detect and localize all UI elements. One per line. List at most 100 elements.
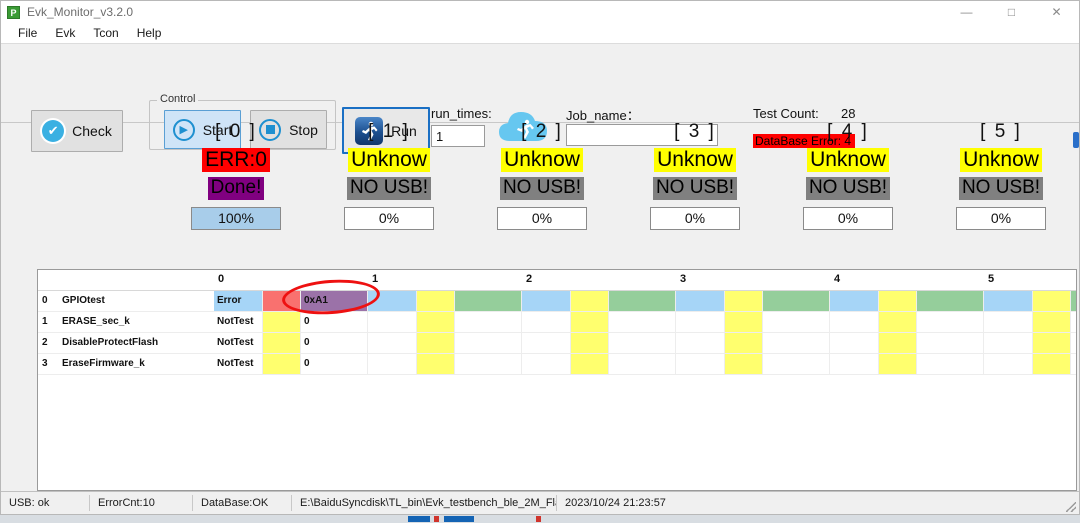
taskbar-item[interactable]	[536, 516, 541, 522]
table-cell[interactable]	[609, 333, 676, 353]
table-cell[interactable]	[417, 312, 455, 332]
table-cell[interactable]	[763, 291, 830, 311]
table-cell[interactable]	[676, 312, 725, 332]
table-cell[interactable]	[984, 354, 1033, 374]
table-cell[interactable]	[263, 333, 301, 353]
status-column-usb: NO USB!	[346, 177, 432, 200]
table-row[interactable]: 1 ERASE_sec_k NotTest 0	[38, 312, 1076, 333]
results-table[interactable]: 0 1 2 3 4 5 0 GPIOtest Error 0xA1 1 ERAS…	[37, 269, 1077, 491]
table-cell[interactable]	[879, 354, 917, 374]
table-cell[interactable]	[879, 291, 917, 311]
table-cell[interactable]	[522, 333, 571, 353]
row-index: 1	[42, 316, 48, 327]
table-cell[interactable]	[676, 333, 725, 353]
table-cell[interactable]	[984, 333, 1033, 353]
table-cell[interactable]: NotTest	[214, 354, 263, 374]
table-cell[interactable]	[368, 291, 417, 311]
table-cell[interactable]	[676, 354, 725, 374]
table-cell[interactable]	[455, 333, 522, 353]
table-cell[interactable]: Error	[214, 291, 263, 311]
table-cell[interactable]	[1071, 354, 1076, 374]
maximize-button[interactable]: □	[989, 1, 1034, 23]
menu-help[interactable]: Help	[128, 25, 171, 41]
table-cell[interactable]	[879, 333, 917, 353]
table-cell[interactable]	[522, 312, 571, 332]
table-cell[interactable]	[368, 312, 417, 332]
status-column-state: ERR:0	[202, 148, 270, 173]
table-cell[interactable]: NotTest	[214, 333, 263, 353]
table-cell[interactable]	[263, 312, 301, 332]
taskbar[interactable]	[0, 515, 1080, 523]
status-column-progress: 0%	[344, 206, 434, 230]
table-cell[interactable]	[609, 312, 676, 332]
table-cell[interactable]: NotTest	[214, 312, 263, 332]
table-cell[interactable]	[1033, 354, 1071, 374]
table-cell[interactable]: 0	[301, 312, 368, 332]
row-name: ERASE_sec_k	[62, 316, 130, 327]
table-cell[interactable]	[1033, 291, 1071, 311]
table-cell[interactable]	[609, 354, 676, 374]
table-cell[interactable]	[417, 291, 455, 311]
table-cell[interactable]	[917, 312, 984, 332]
table-cell[interactable]	[417, 333, 455, 353]
table-cell[interactable]	[455, 354, 522, 374]
table-row[interactable]: 2 DisableProtectFlash NotTest 0	[38, 333, 1076, 354]
table-cell[interactable]	[763, 354, 830, 374]
table-cell[interactable]	[1071, 312, 1076, 332]
table-cell[interactable]: 0xA1	[301, 291, 368, 311]
table-cell[interactable]	[984, 312, 1033, 332]
table-cell[interactable]	[263, 354, 301, 374]
table-cell[interactable]	[368, 354, 417, 374]
table-cell[interactable]	[571, 333, 609, 353]
menu-tcon[interactable]: Tcon	[84, 25, 127, 41]
table-cell[interactable]	[571, 312, 609, 332]
table-cell[interactable]	[1033, 333, 1071, 353]
table-cell[interactable]	[917, 333, 984, 353]
table-cell[interactable]	[455, 291, 522, 311]
table-cell[interactable]: 0	[301, 354, 368, 374]
table-cell[interactable]	[830, 333, 879, 353]
taskbar-item[interactable]	[434, 516, 439, 522]
minimize-button[interactable]: —	[944, 1, 989, 23]
table-cell[interactable]	[763, 312, 830, 332]
table-cell[interactable]	[725, 354, 763, 374]
resize-grip-icon[interactable]	[1066, 502, 1076, 512]
table-cell[interactable]	[609, 291, 676, 311]
table-cell[interactable]	[725, 291, 763, 311]
table-cell[interactable]	[830, 354, 879, 374]
table-cell[interactable]	[522, 291, 571, 311]
table-cell[interactable]	[830, 291, 879, 311]
table-cell[interactable]	[917, 291, 984, 311]
table-cell[interactable]	[917, 354, 984, 374]
table-cell[interactable]	[417, 354, 455, 374]
table-cell[interactable]	[830, 312, 879, 332]
table-group-header: 4	[834, 273, 841, 285]
table-cell[interactable]: 0	[301, 333, 368, 353]
table-cell[interactable]	[522, 354, 571, 374]
close-button[interactable]: ✕	[1034, 1, 1079, 23]
table-cell[interactable]	[1033, 312, 1071, 332]
table-cell[interactable]	[763, 333, 830, 353]
taskbar-item[interactable]	[444, 516, 474, 522]
table-cell[interactable]	[263, 291, 301, 311]
table-row[interactable]: 3 EraseFirmware_k NotTest 0	[38, 354, 1076, 375]
table-cell[interactable]	[879, 312, 917, 332]
table-cell[interactable]	[984, 291, 1033, 311]
table-cell[interactable]	[725, 312, 763, 332]
table-row[interactable]: 0 GPIOtest Error 0xA1	[38, 291, 1076, 312]
table-cell[interactable]	[1071, 333, 1076, 353]
menu-evk[interactable]: Evk	[46, 25, 84, 41]
table-cell[interactable]	[725, 333, 763, 353]
table-cell[interactable]	[676, 291, 725, 311]
table-group-header: 2	[526, 273, 533, 285]
table-cell[interactable]	[571, 354, 609, 374]
table-cell[interactable]	[368, 333, 417, 353]
table-group-header: 3	[680, 273, 687, 285]
taskbar-item[interactable]	[408, 516, 430, 522]
table-cell[interactable]	[455, 312, 522, 332]
table-group-header: 5	[988, 273, 995, 285]
table-cell[interactable]	[1071, 291, 1076, 311]
status-column-1: [ 1 ] Unknow NO USB! 0%	[309, 121, 469, 230]
menu-file[interactable]: File	[9, 25, 46, 41]
table-cell[interactable]	[571, 291, 609, 311]
